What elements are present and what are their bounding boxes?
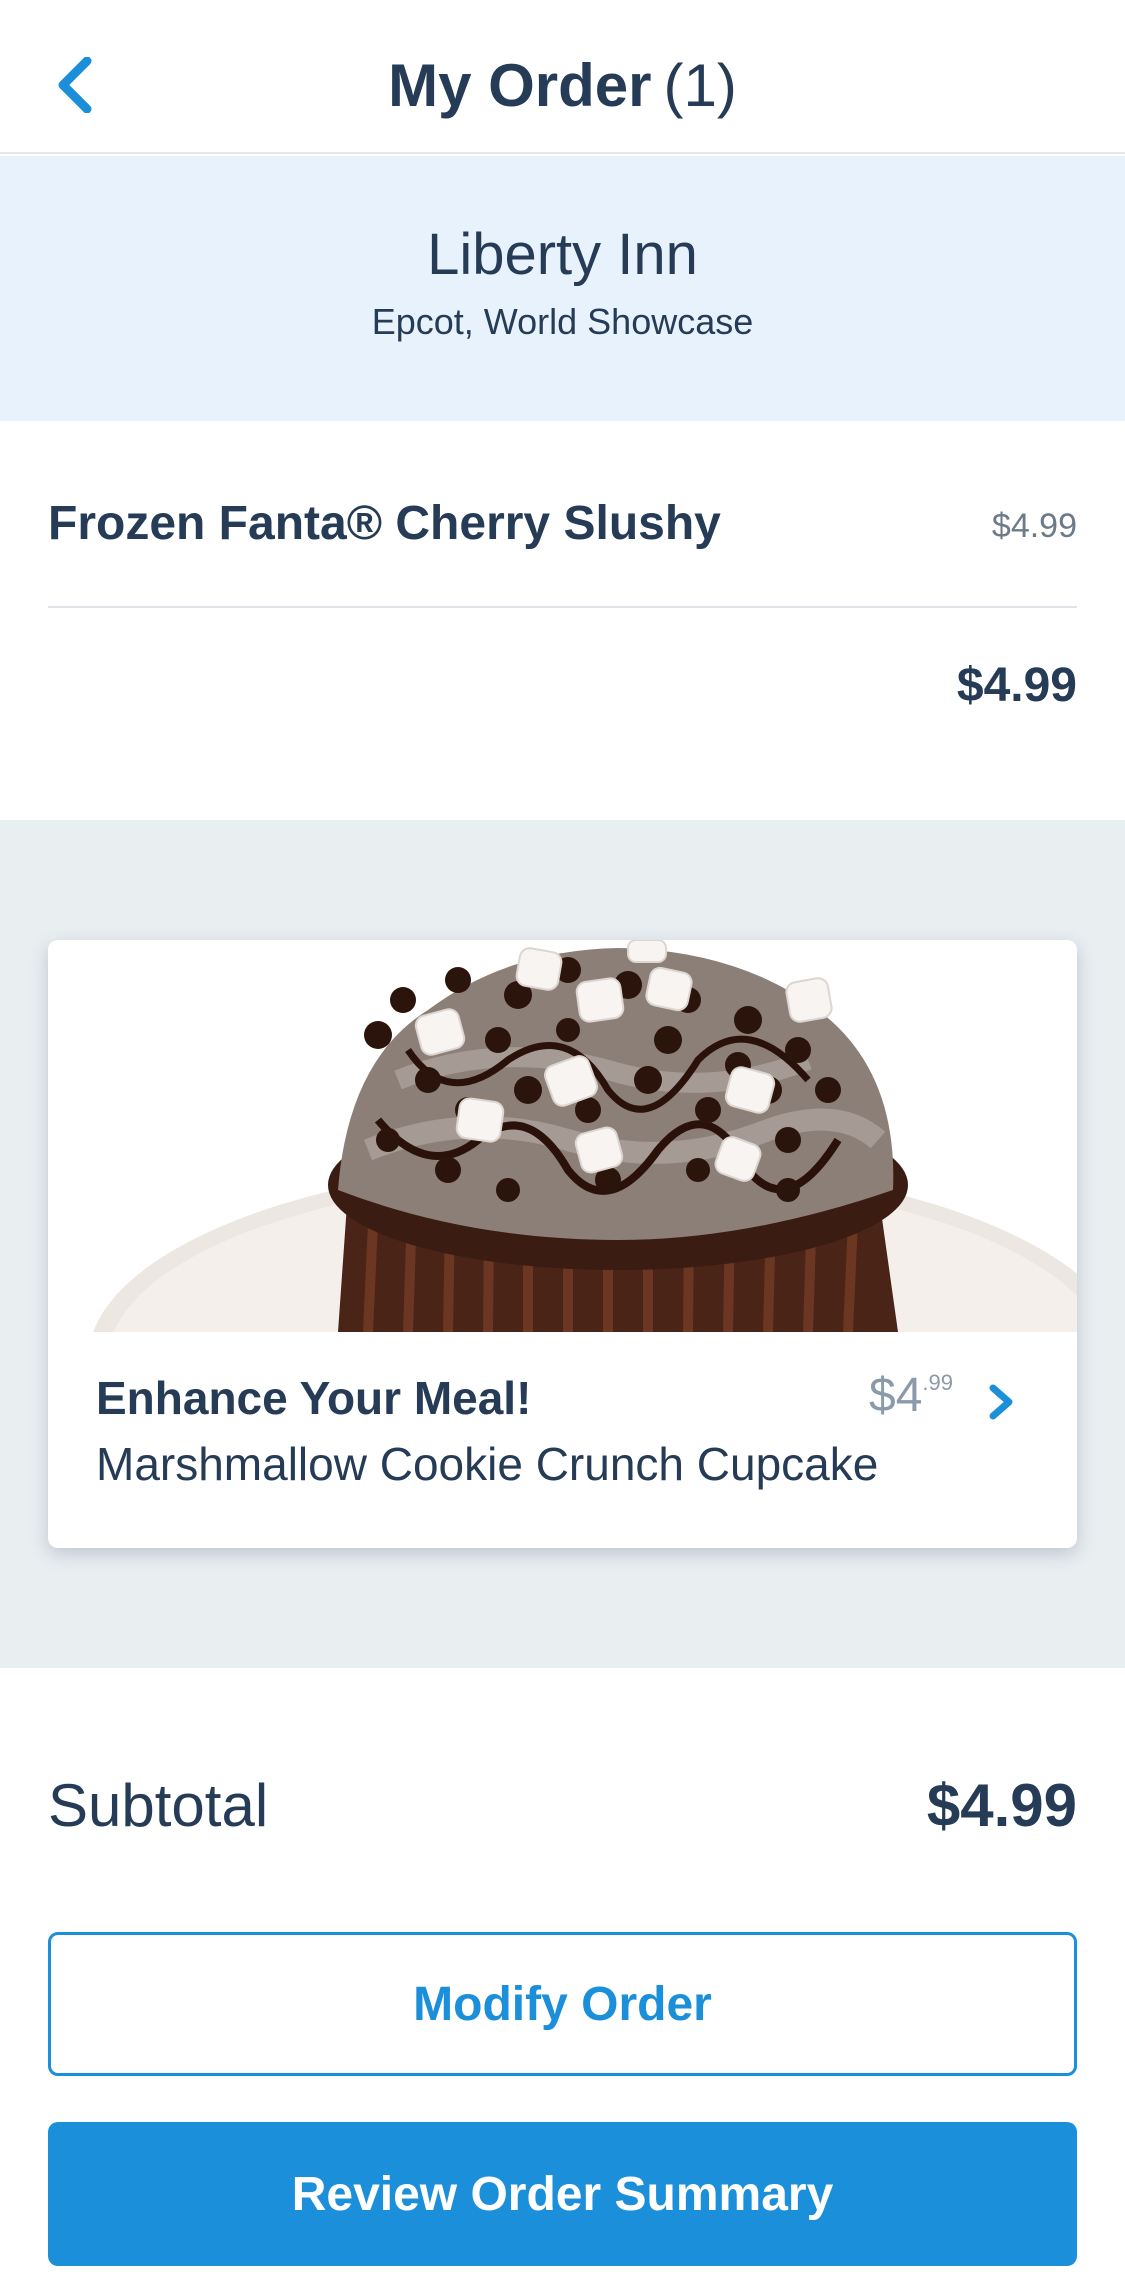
upsell-price-cents: .99 (922, 1370, 953, 1395)
subtotal-value: $4.99 (926, 1772, 1077, 1839)
page-title: My Order (1) (0, 48, 1125, 124)
cupcake-image (48, 940, 1077, 1332)
order-item-price: $4.99 (991, 507, 1077, 545)
upsell-card[interactable]: Enhance Your Meal! Marshmallow Cookie Cr… (48, 940, 1077, 1548)
order-item-row: Frozen Fanta® Cherry Slushy $4.99 (48, 470, 1077, 608)
upsell-price: $4.99 (869, 1366, 953, 1426)
restaurant-name: Liberty Inn (427, 222, 698, 287)
review-order-summary-button[interactable]: Review Order Summary (48, 2122, 1077, 2266)
header: My Order (1) (0, 0, 1125, 154)
upsell-title: Enhance Your Meal! (96, 1372, 532, 1424)
upsell-section: Enhance Your Meal! Marshmallow Cookie Cr… (0, 820, 1125, 1668)
order-count: (1) (663, 52, 737, 119)
order-item-total: $4.99 (956, 659, 1077, 712)
modify-order-button[interactable]: Modify Order (48, 1932, 1077, 2076)
upsell-price-dollars: $4 (869, 1369, 923, 1422)
subtotal-label: Subtotal (48, 1772, 269, 1839)
restaurant-location: Epcot, World Showcase (371, 301, 754, 342)
restaurant-banner: Liberty Inn Epcot, World Showcase (0, 156, 1125, 421)
upsell-description: Marshmallow Cookie Crunch Cupcake (96, 1438, 879, 1490)
order-item-name: Frozen Fanta® Cherry Slushy (48, 497, 721, 550)
page-title-text: My Order (388, 52, 652, 119)
chevron-right-icon (989, 1384, 1013, 1420)
